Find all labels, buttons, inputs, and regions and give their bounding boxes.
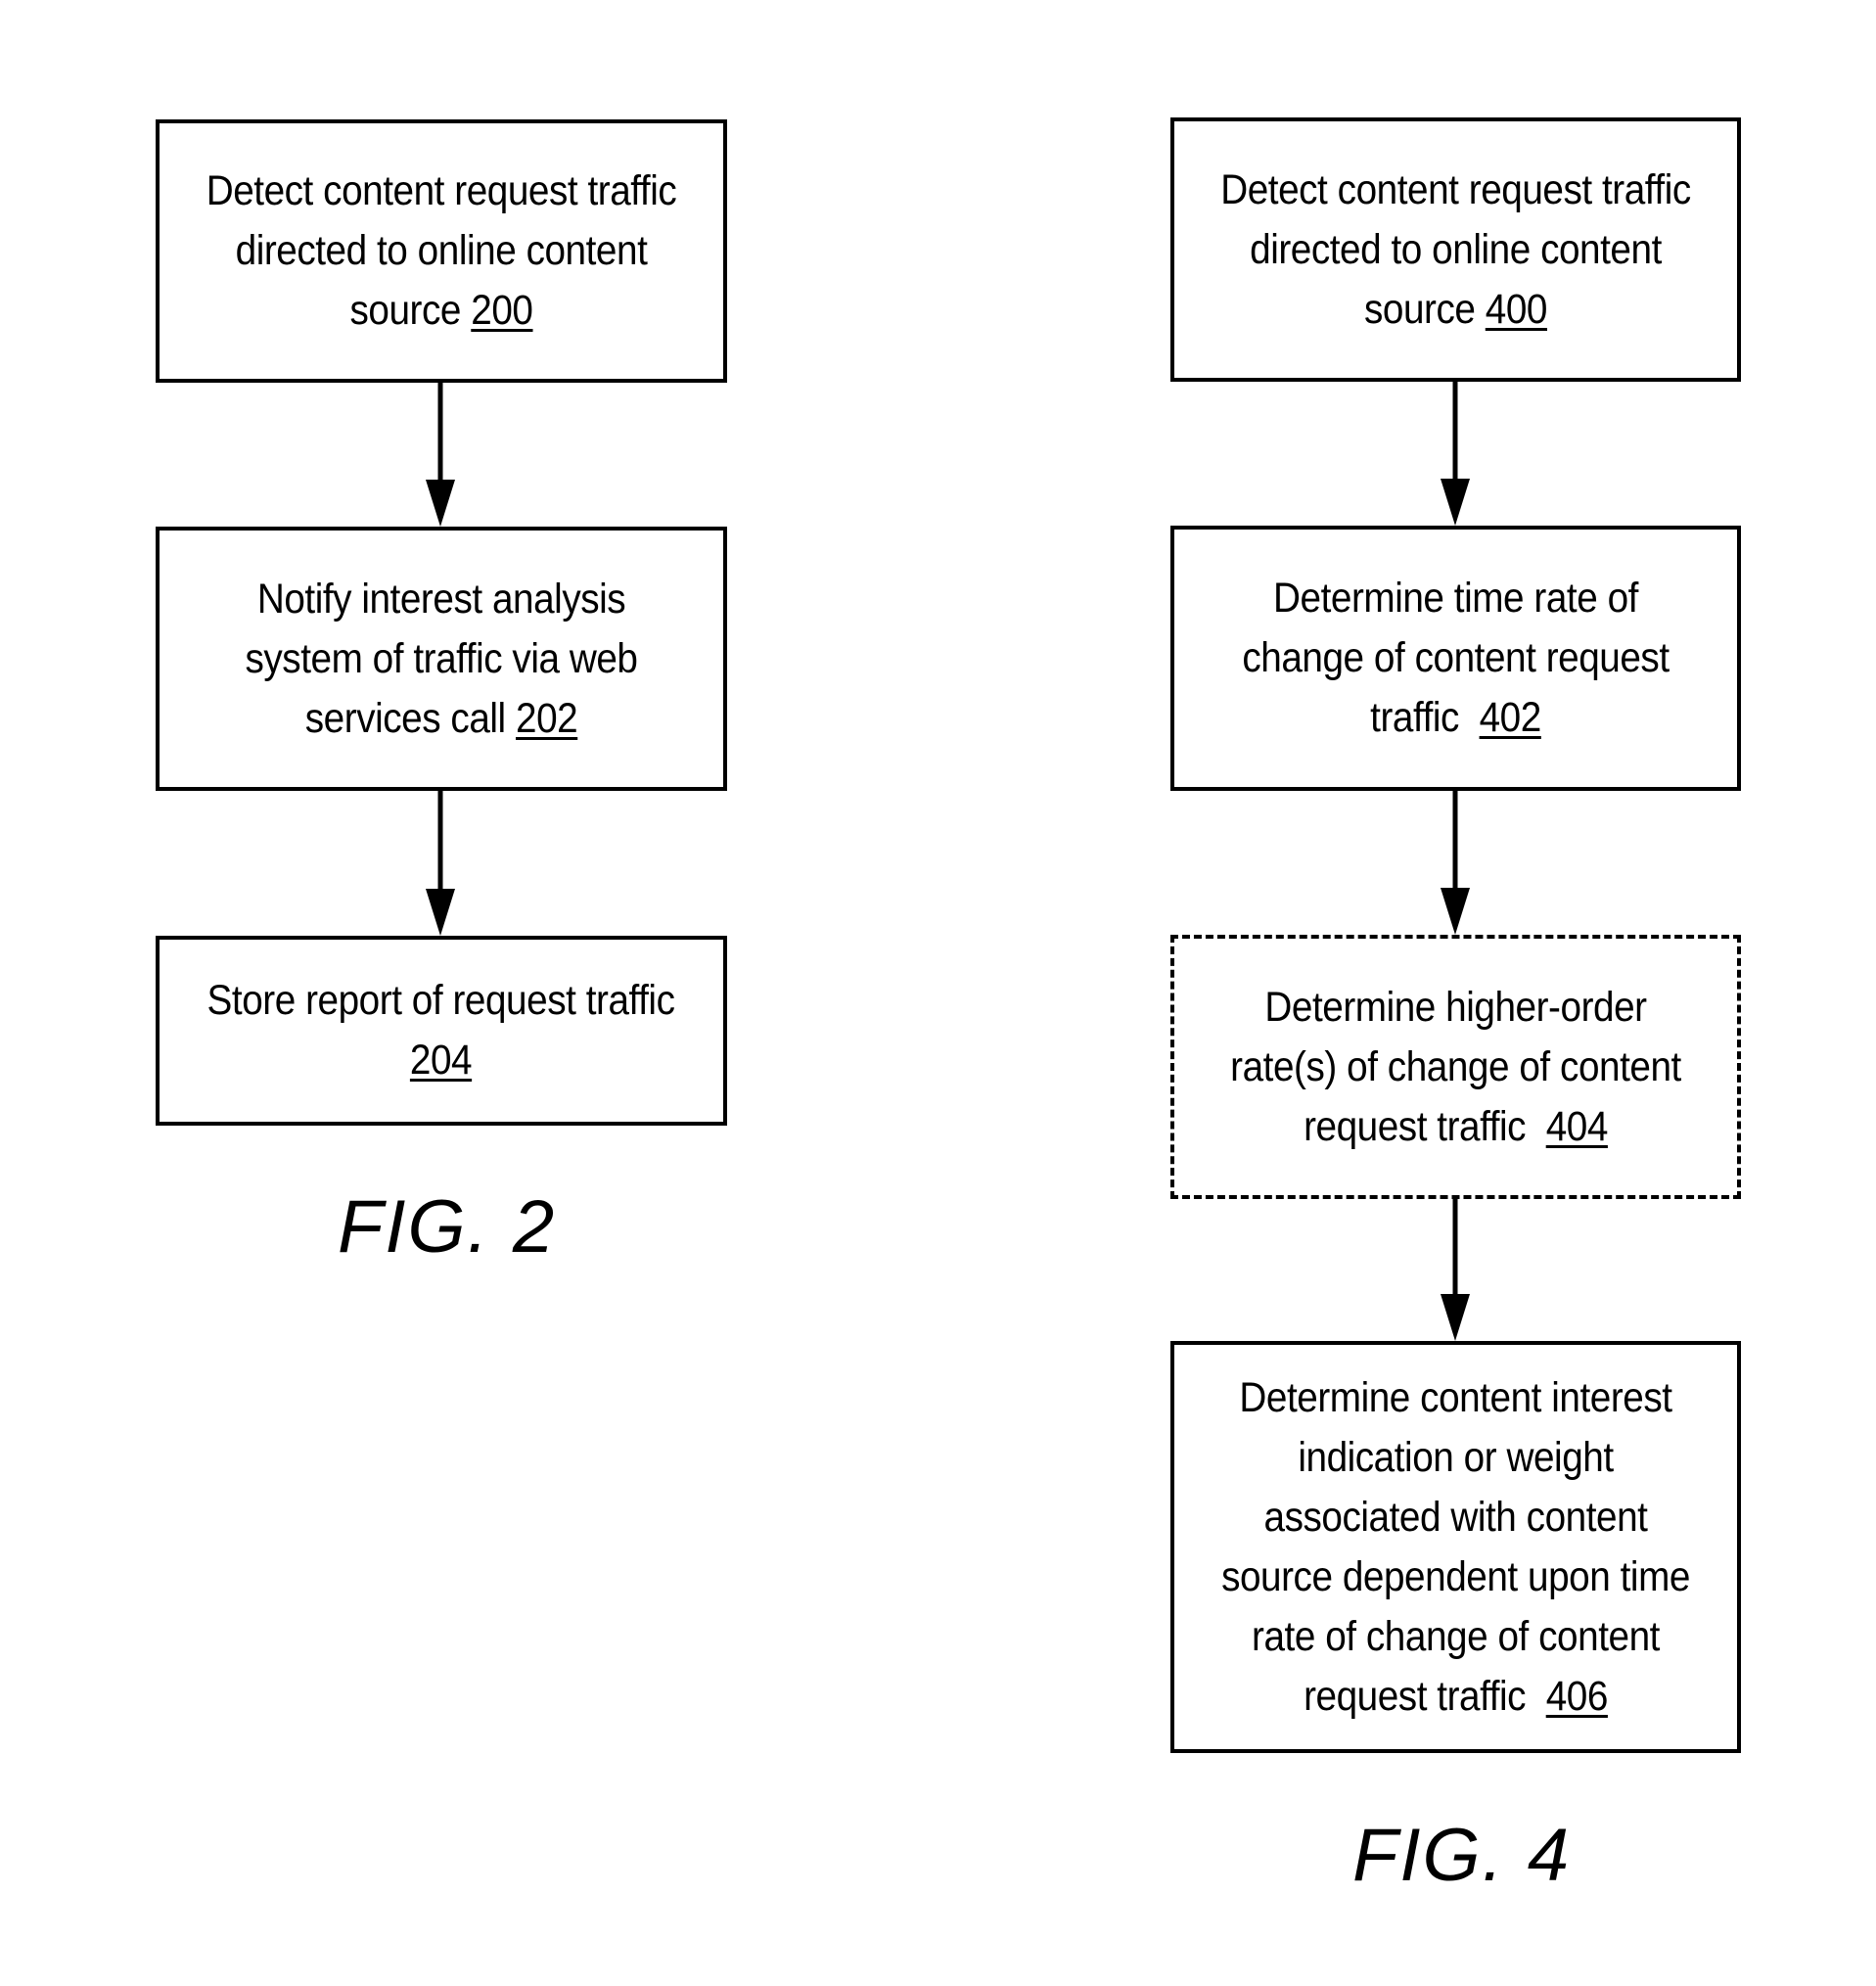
fig4-arrow-402-to-404 xyxy=(1441,791,1470,935)
fig4-arrow-404-to-406 xyxy=(1441,1199,1470,1341)
fig2-arrow-200-to-202 xyxy=(426,383,455,527)
fig2-arrow-202-to-204 xyxy=(426,791,455,936)
flow-arrows xyxy=(426,382,1470,1341)
fig4-arrow-400-to-402 xyxy=(1441,382,1470,526)
